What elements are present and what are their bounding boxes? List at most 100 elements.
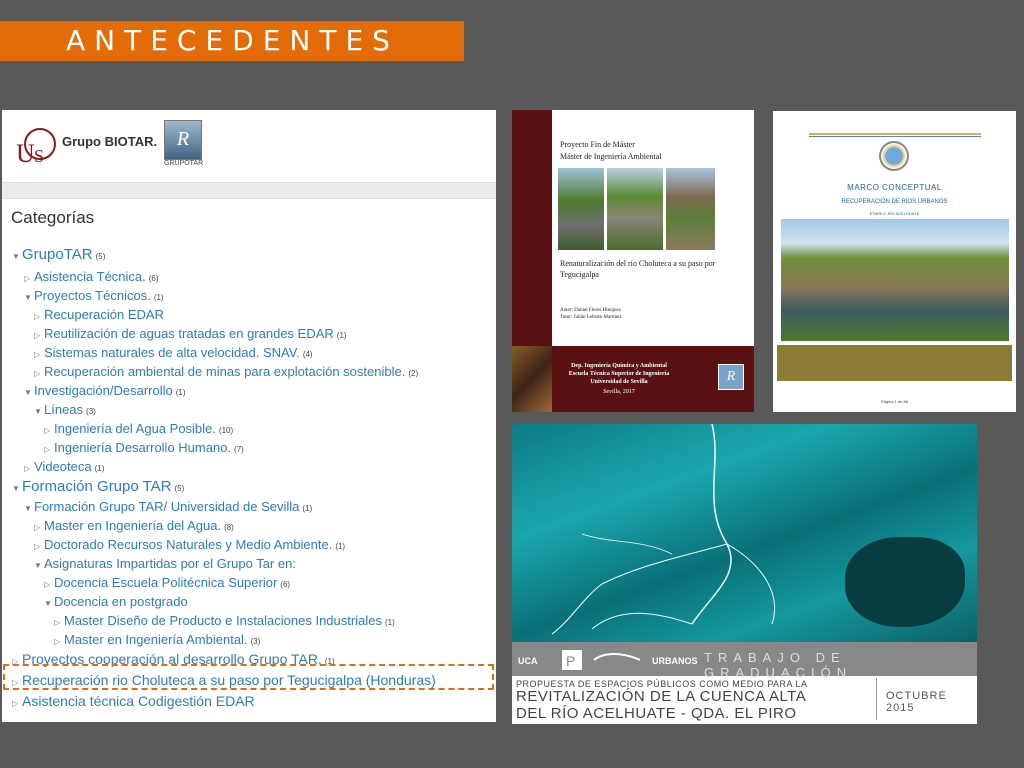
caret-down-icon: ▼	[12, 252, 20, 261]
cover-divider	[876, 678, 877, 720]
tree-item-minas[interactable]: ▷ Recuperación ambiental de minas para ex…	[34, 364, 418, 379]
cover-dept: Dep. Ingeniería Química y Ambiental	[571, 363, 667, 369]
river-lines	[551, 424, 776, 635]
river-landscape-photo	[781, 219, 1009, 341]
urbanos-logo: URBANOS	[652, 656, 698, 666]
caret-down-icon: ▼	[12, 484, 20, 493]
cover-gold-line	[809, 133, 981, 135]
tree-item-asistencia[interactable]: ▷ Asistencia Técnica. (6)	[24, 269, 159, 284]
tree-item-asignaturas[interactable]: ▼ Asignaturas Impartidas por el Grupo Tar…	[34, 556, 299, 571]
tree-item-label: Master en Ingeniería Ambiental.	[64, 632, 248, 647]
tree-item-reutilizacion[interactable]: ▷ Reutilización de aguas tratadas en gran…	[34, 326, 347, 341]
tree-item-count: (2)	[408, 369, 419, 378]
tree-item-count: (6)	[280, 580, 291, 589]
tree-item-doctorado[interactable]: ▷ Doctorado Recursos Naturales y Medio Am…	[34, 537, 345, 552]
tree-item-count: (1)	[153, 293, 164, 302]
tree-item-investigacion[interactable]: ▼ Investigación/Desarrollo (1)	[24, 383, 186, 398]
caret-right-icon: ▷	[34, 331, 41, 340]
svg-text:P: P	[566, 653, 575, 669]
tree-item-count: (3)	[86, 407, 96, 416]
tree-item-label: Líneas	[44, 402, 84, 417]
tree-item-label: Ingeniería del Agua Posible.	[54, 421, 216, 436]
tree-item-videoteca[interactable]: ▷ Videoteca (1)	[24, 459, 104, 474]
tree-item-label: Master Diseño de Producto e Instalacione…	[64, 613, 382, 628]
grupotar-logo-icon: R	[718, 364, 744, 390]
cover-headline-1: REVITALIZACIÓN DE LA CUENCA ALTA	[516, 688, 807, 705]
tree-item-label: Asignaturas Impartidas por el Grupo Tar …	[44, 556, 296, 571]
tree-item-master-diseno[interactable]: ▷ Master Diseño de Producto e Instalacion…	[54, 613, 395, 628]
tree-item-label: Recuperación EDAR	[44, 307, 164, 322]
thesis-cover: Proyecto Fin de Máster Máster de Ingenie…	[512, 110, 754, 412]
caret-right-icon: ▷	[24, 274, 31, 283]
tree-item-lineas[interactable]: ▼ Líneas (3)	[34, 402, 96, 417]
tree-item-count: (1)	[94, 464, 105, 473]
tree-item-label: Sistemas naturales de alta velocidad. SN…	[44, 345, 300, 360]
graduation-strip-text: TRABAJO DE GRADUACIÓN	[704, 650, 853, 680]
cover-thesis-title: Renaturalización del río Choluteca a su …	[560, 259, 716, 279]
tree-item-docencia-eps[interactable]: ▷ Docencia Escuela Politécnica Superior (6…	[44, 575, 290, 590]
caret-down-icon: ▼	[24, 388, 32, 397]
caret-right-icon: ▷	[24, 464, 31, 473]
tree-item-docencia-postgrado[interactable]: ▼ Docencia en postgrado	[44, 594, 191, 609]
cover-olive-band	[777, 345, 1012, 381]
tree-item-formacion-sevilla[interactable]: ▼ Formación Grupo TAR/ Universidad de Sev…	[24, 499, 312, 514]
graduation-work-cover: UCA P URBANOS TRABAJO DE GRADUACIÓN PROP…	[512, 424, 977, 724]
tree-item-label: Reutilización de aguas tratadas en grand…	[44, 326, 334, 341]
tree-item-count: (6)	[148, 274, 159, 283]
tree-item-label: Asistencia Técnica.	[34, 269, 146, 284]
svg-text:U: U	[16, 139, 35, 168]
tree-item-formacion[interactable]: ▼ Formación Grupo TAR (5)	[12, 478, 184, 495]
caret-right-icon: ▷	[54, 618, 61, 627]
tree-item-label: Formación Grupo TAR	[22, 478, 172, 495]
caret-down-icon: ▼	[34, 561, 42, 570]
marco-conceptual-cover: MARCO CONCEPTUAL RECUPERACIÓN DE RÍOS UR…	[773, 111, 1016, 412]
tree-item-label: Recuperación ambiental de minas para exp…	[44, 364, 406, 379]
cover-line1: Proyecto Fin de Máster	[560, 140, 635, 149]
tree-item-count: (1)	[336, 331, 347, 340]
tree-item-snav[interactable]: ▷ Sistemas naturales de alta velocidad. S…	[34, 345, 313, 360]
tree-item-master-ambiental[interactable]: ▷ Master en Ingeniería Ambiental. (3)	[54, 632, 260, 647]
cover-tutor: Tutor: Julián Lebrato Martínez	[560, 315, 622, 320]
grupotar-logo-icon: R	[164, 120, 202, 160]
caret-down-icon: ▼	[44, 599, 52, 608]
tree-item-recuperacion-edar[interactable]: ▷ Recuperación EDAR	[34, 307, 167, 322]
caret-right-icon: ▷	[34, 542, 41, 551]
river-photos	[558, 168, 715, 250]
caret-right-icon: ▷	[34, 523, 41, 532]
grupotar-logo-label: GRUPOTAR	[164, 160, 204, 167]
uca-logo: UCA	[518, 656, 538, 666]
tree-item-count: (1)	[384, 618, 395, 627]
river-photo	[607, 168, 663, 250]
caret-right-icon: ▷	[44, 426, 51, 435]
site-header: U S Grupo BIOTAR. R GRUPOTAR	[2, 110, 496, 180]
cover-headline-2: DEL RÍO ACELHUATE - QDA. EL PIRO	[516, 705, 797, 722]
tree-item-codigestion[interactable]: ▷ Asistencia técnica Codigestión EDAR	[12, 693, 258, 709]
caret-down-icon: ▼	[34, 407, 42, 416]
tree-item-count: (1)	[302, 504, 313, 513]
cover-stage: ETAPA 2: RÍO ACELHUATE	[869, 211, 920, 216]
tree-item-count: (8)	[224, 523, 234, 532]
tree-item-count: (3)	[250, 637, 261, 646]
categories-heading: Categorías	[11, 208, 95, 227]
cover-school: Escuela Técnica Superior de Ingeniería	[568, 371, 670, 377]
institution-logo-icon: P	[562, 650, 582, 670]
tree-item-master-agua[interactable]: ▷ Master en Ingeniería del Agua. (8)	[34, 518, 234, 533]
tree-item-proyectos-tecnicos[interactable]: ▼ Proyectos Técnicos. (1)	[24, 288, 164, 303]
tree-item-desarrollo-humano[interactable]: ▷ Ingeniería Desarrollo Humano. (7)	[44, 440, 244, 455]
tree-item-label: Docencia Escuela Politécnica Superior	[54, 575, 278, 590]
slide-title-bar: ANTECEDENTES	[0, 21, 464, 61]
website-screenshot: U S Grupo BIOTAR. R GRUPOTAR Categorías …	[2, 110, 496, 722]
tree-item-count: (1)	[335, 542, 346, 551]
tree-item-agua-posible[interactable]: ▷ Ingeniería del Agua Posible. (10)	[44, 421, 233, 436]
tree-item-count: (10)	[218, 426, 234, 435]
tree-item-grupotar[interactable]: ▼ GrupoTAR (5)	[12, 246, 105, 263]
tree-item-count: (7)	[234, 445, 244, 454]
tree-item-label: Docencia en postgrado	[54, 594, 188, 609]
nav-band	[2, 182, 496, 199]
caret-right-icon: ▷	[34, 350, 41, 359]
river-photo	[558, 168, 604, 250]
caret-down-icon: ▼	[24, 293, 32, 302]
caret-right-icon: ▷	[44, 580, 51, 589]
cover-university: Universidad de Sevilla	[590, 379, 648, 385]
caret-right-icon: ▷	[44, 445, 51, 454]
